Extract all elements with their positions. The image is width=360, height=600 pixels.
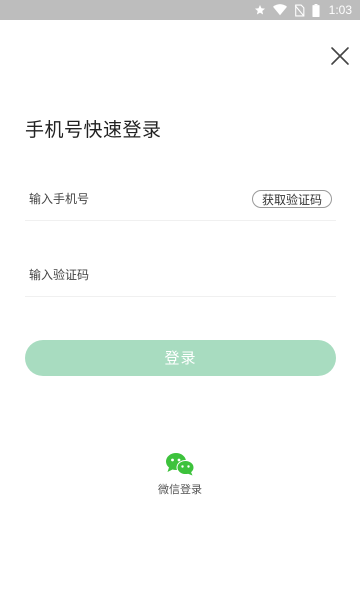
get-code-button[interactable]: 获取验证码 [251,190,332,208]
phone-input[interactable] [29,180,239,218]
phone-field: 获取验证码 [25,180,336,221]
status-icons: 1:03 [254,0,352,20]
wechat-login-button[interactable]: 微信登录 [140,452,220,497]
verification-code-input[interactable] [29,256,239,294]
login-screen: 1:03 手机号快速登录 获取验证码 登录 微信登录 [0,0,360,600]
login-button[interactable]: 登录 [25,340,336,376]
code-field [25,256,336,297]
wifi-icon [272,4,287,16]
battery-icon [312,3,320,17]
close-button[interactable] [329,45,351,67]
close-icon [331,47,349,65]
status-bar: 1:03 [0,0,360,20]
wechat-icon [166,453,195,476]
wechat-login-label: 微信登录 [158,483,202,496]
page-title: 手机号快速登录 [25,119,162,141]
star-icon [254,5,265,15]
no-sim-icon [294,4,305,16]
status-time: 1:03 [328,3,352,17]
